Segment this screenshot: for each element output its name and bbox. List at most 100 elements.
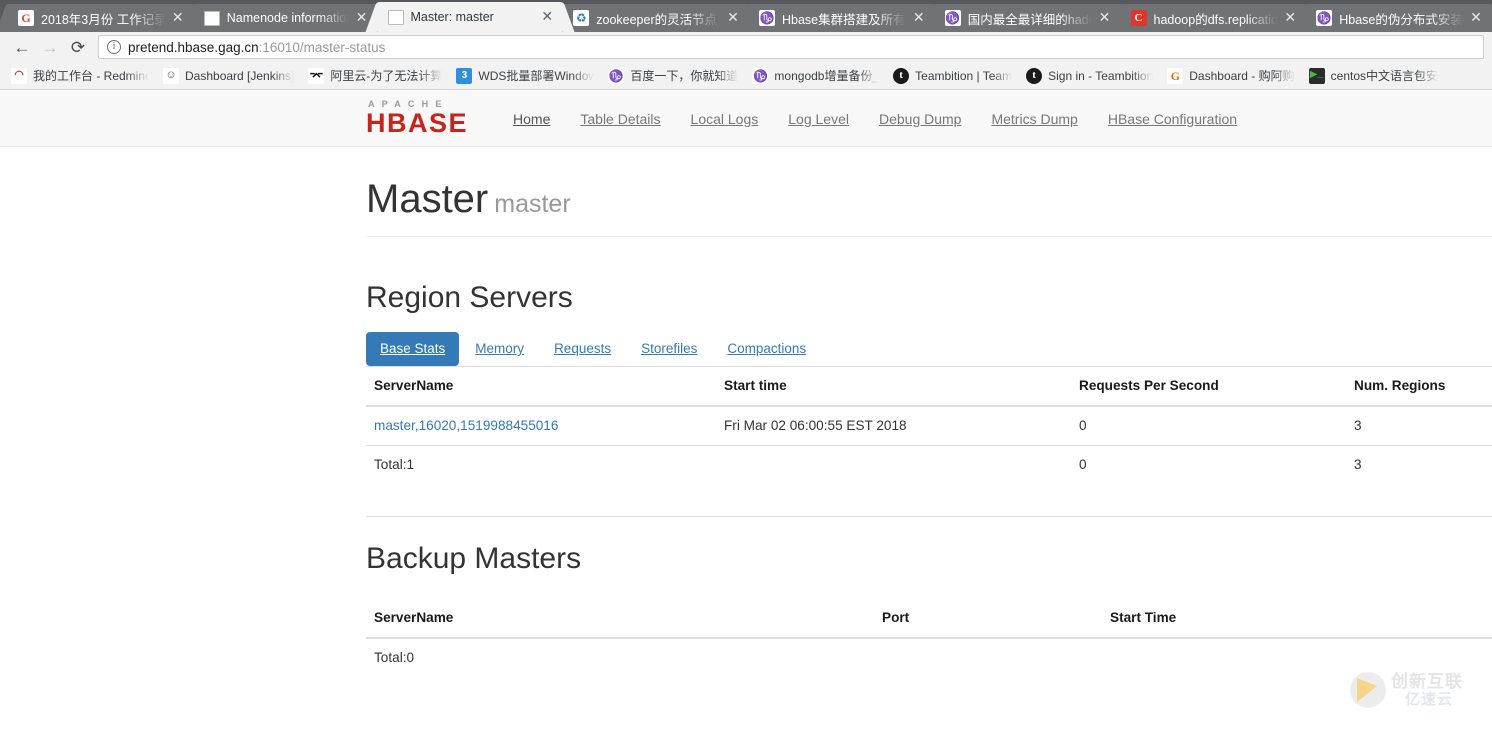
browser-tab-title: Hbase集群搭建及所有ţ [782,12,906,27]
bookmark-label: Sign in - Teambition [1048,68,1154,83]
watermark-logo-icon [1350,672,1386,708]
baidu-icon: ♑ [944,10,961,26]
nav-link-log-level[interactable]: Log Level [773,91,864,147]
nav-links: Home Table Details Local Logs Log Level Debu… [498,91,1252,147]
close-icon[interactable]: ✕ [169,9,187,27]
address-bar[interactable]: i pretend.hbase.gag.cn:16010/master-stat… [98,35,1484,59]
page-title: Master master [366,177,1492,227]
col-backup-starttime[interactable]: Start Time [1102,599,1492,639]
col-backup-port[interactable]: Port [874,599,1102,639]
backup-masters-table-head: ServerName Port Start Time [366,599,1492,639]
backup-masters-table: ServerName Port Start Time Total:0 [366,599,1492,677]
url-path: :16010/master-status [258,39,386,55]
watermark-texts: 创新互联 亿速云 [1391,672,1463,708]
hbase-logo[interactable]: APACHE HBASE [366,99,468,138]
tab-compactions[interactable]: Compactions [713,332,820,366]
col-starttime[interactable]: Start time [716,367,1071,407]
page-title-sub: master [494,190,571,218]
bookmark-label: 阿里云-为了无法计算 [330,69,443,83]
page-icon [203,10,220,26]
browser-tab[interactable]: Master: master ✕ [377,2,563,32]
bookmark-label: mongodb增量备份_ [774,69,880,83]
watermark: 创新互联 亿速云 [1350,672,1482,724]
cell-total-num-regions: 3 [1346,445,1492,484]
region-servers-tabs: Base Stats Memory Requests Storefiles Compac… [366,332,1492,367]
table-header-row: ServerName Port Start Time [366,599,1492,639]
region-servers-table-head: ServerName Start time Requests Per Secon… [366,367,1492,407]
bookmark-label: Dashboard - 购阿购 [1189,69,1295,83]
browser-tab-strip: G 2018年3月份 工作记录 ✕ Namenode information ✕ Mast… [0,0,1492,32]
browser-tab[interactable]: Namenode information ✕ [193,4,377,32]
region-servers-table: ServerName Start time Requests Per Secon… [366,367,1492,484]
col-requests-per-second[interactable]: Requests Per Second [1071,367,1346,407]
teambition-icon: t [1026,67,1043,84]
browser-toolbar: ← → ⟳ i pretend.hbase.gag.cn:16010/maste… [0,32,1492,62]
nav-link-debug-dump[interactable]: Debug Dump [864,91,977,147]
bookmark-item[interactable]: G Dashboard - 购阿购 [1160,65,1301,87]
cell-backup-total-label: Total:0 [374,650,415,665]
close-icon[interactable]: ✕ [1467,9,1485,27]
col-num-regions[interactable]: Num. Regions [1346,367,1492,407]
browser-tab[interactable]: G 2018年3月份 工作记录 ✕ [8,4,193,32]
backup-masters-table-body: Total:0 [366,638,1492,677]
cell-requests-per-second: 0 [1079,418,1087,433]
bookmark-item[interactable]: t Teambition | Team [886,65,1019,87]
bookmark-item[interactable]: ⌤ 阿里云-为了无法计算 [301,65,449,87]
nav-link-metrics-dump[interactable]: Metrics Dump [976,91,1092,147]
close-icon[interactable]: ✕ [1281,9,1299,27]
col-backup-servername[interactable]: ServerName [366,599,874,639]
browser-tab[interactable]: ♑ Hbase的伪分布式安装 ✕ [1306,4,1491,32]
bookmark-label: 我的工作台 - Redmine [33,69,149,83]
close-icon[interactable]: ✕ [1096,9,1114,27]
nav-link-table-details[interactable]: Table Details [565,91,675,147]
browser-tab[interactable]: ♑ Hbase集群搭建及所有ţ ✕ [749,4,934,32]
bookmark-item[interactable]: ◠ 我的工作台 - Redmine [4,65,156,87]
browser-tab[interactable]: ♑ 国内最全最详细的hado ✕ [934,4,1120,32]
cell-total-label: Total:1 [366,445,716,484]
browser-tab[interactable]: ♻ zookeeper的灵活节点_ ✕ [563,4,748,32]
aliyun-icon: ⌤ [308,67,325,84]
nav-link-home[interactable]: Home [498,91,565,147]
bookmark-label: Teambition | Team [915,68,1013,83]
baidu-icon: ♻ [573,10,590,26]
table-row: master,16020,1519988455016 Fri Mar 02 06… [366,406,1492,446]
table-total-row: Total:0 [366,638,1492,677]
close-icon[interactable]: ✕ [910,9,928,27]
cell-starttime: Fri Mar 02 06:00:55 EST 2018 [724,418,907,433]
watermark-line2: 亿速云 [1405,691,1454,708]
redmine-icon: ◠ [11,67,27,84]
csdn-icon: C [1130,10,1147,26]
url-text: pretend.hbase.gag.cn:16010/master-status [128,40,385,55]
bookmark-item[interactable]: 3 WDS批量部署Windows [449,65,601,87]
close-icon[interactable]: ✕ [724,9,742,27]
site-navbar: APACHE HBASE Home Table Details Local Logs… [0,91,1492,147]
tab-requests[interactable]: Requests [540,332,625,366]
cell-backup-total-starttime [1102,638,1492,677]
bookmark-item[interactable]: ♑ 百度一下，你就知道 [601,65,745,87]
cell-backup-total-port [874,638,1102,677]
reload-button[interactable]: ⟳ [64,34,92,60]
bookmark-item[interactable]: ▶_ centos中文语言包安 [1302,65,1445,87]
page-header: Master master [366,147,1492,237]
nav-link-hbase-configuration[interactable]: HBase Configuration [1093,91,1252,147]
close-icon[interactable]: ✕ [538,8,556,26]
browser-tab[interactable]: Chadoop的dfs.replicatio ✕ [1120,4,1306,32]
col-servername[interactable]: ServerName [366,367,716,407]
back-button[interactable]: ← [8,34,36,60]
bookmark-item[interactable]: t Sign in - Teambition [1019,65,1160,87]
site-info-icon[interactable]: i [107,40,121,54]
terminal-icon: ▶_ [1308,67,1325,84]
bookmark-item[interactable]: ♑ mongodb增量备份_ [745,65,886,87]
forward-button[interactable]: → [36,34,64,60]
wds-icon: 3 [456,67,473,84]
table-total-row: Total:1 0 3 [366,445,1492,484]
tab-base-stats[interactable]: Base Stats [366,332,460,366]
server-link[interactable]: master,16020,1519988455016 [374,418,558,433]
nav-link-local-logs[interactable]: Local Logs [676,91,774,147]
tab-storefiles[interactable]: Storefiles [627,332,711,366]
bookmark-item[interactable]: ☺ Dashboard [Jenkins] [156,65,301,87]
tab-memory[interactable]: Memory [461,332,538,366]
backup-masters-heading: Backup Masters [366,542,582,575]
browser-tab-title: Hbase的伪分布式安装 [1339,12,1463,27]
section-divider [366,516,1492,517]
